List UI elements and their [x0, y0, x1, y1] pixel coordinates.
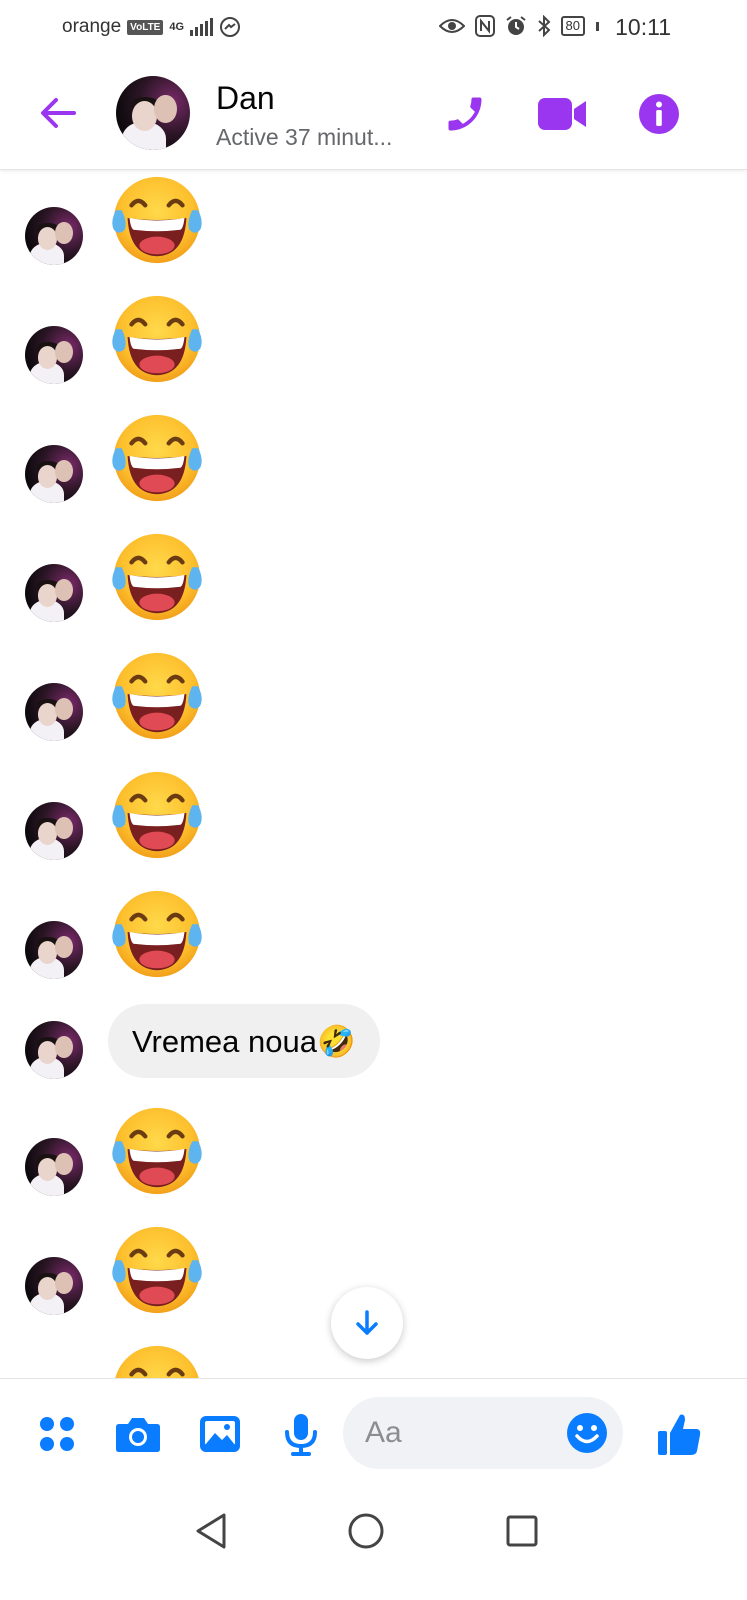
microphone-icon [285, 1414, 317, 1456]
more-actions-button[interactable] [32, 1409, 82, 1459]
sender-avatar[interactable] [25, 207, 83, 265]
laughing-emoji-icon[interactable] [108, 885, 206, 983]
phone-icon [448, 97, 482, 131]
sender-avatar[interactable] [25, 1021, 83, 1079]
voice-call-button[interactable] [441, 90, 489, 138]
bluetooth-icon [537, 15, 550, 37]
gallery-button[interactable] [195, 1409, 245, 1459]
voice-message-button[interactable] [276, 1409, 326, 1459]
conversation-info-button[interactable] [635, 90, 683, 138]
sender-avatar[interactable] [25, 683, 83, 741]
thumbs-up-icon [658, 1414, 701, 1455]
nav-recents-button[interactable] [497, 1506, 547, 1556]
signal-icon [190, 18, 214, 36]
status-right: 80 [438, 15, 599, 37]
laughing-emoji-icon[interactable] [108, 290, 206, 388]
nfc-icon [474, 15, 495, 37]
message-list[interactable]: Vremea noua🤣 [0, 171, 747, 1378]
emoji-picker-icon[interactable] [565, 1411, 609, 1455]
laughing-emoji-icon[interactable] [108, 528, 206, 626]
eye-icon [438, 19, 465, 33]
back-arrow-icon [41, 98, 76, 128]
clock: 10:11 [615, 14, 671, 40]
message-text: Vremea noua🤣 [132, 1023, 356, 1059]
battery-level: 80 [565, 18, 580, 33]
arrow-down-icon [356, 1310, 378, 1335]
nav-back-button[interactable] [185, 1506, 235, 1556]
messenger-notification-icon [220, 17, 241, 37]
sender-avatar[interactable] [25, 1257, 83, 1315]
info-icon [639, 94, 679, 134]
active-status: Active 37 minut... [216, 124, 393, 150]
camera-button[interactable] [113, 1409, 163, 1459]
volte-badge: VoLTE [127, 19, 164, 35]
sender-avatar[interactable] [25, 326, 83, 384]
triangle-back-icon [196, 1513, 226, 1549]
laughing-emoji-icon[interactable] [108, 409, 206, 507]
battery-icon: 80 [560, 16, 585, 36]
back-button[interactable] [36, 91, 80, 135]
laughing-emoji-icon[interactable] [108, 647, 206, 745]
message-input[interactable] [365, 1415, 555, 1451]
square-recents-icon [506, 1515, 538, 1547]
video-camera-icon [538, 98, 586, 130]
alarm-icon [505, 16, 526, 35]
like-button[interactable] [654, 1409, 704, 1459]
nav-home-button[interactable] [341, 1506, 391, 1556]
image-icon [200, 1416, 240, 1452]
sender-avatar[interactable] [25, 921, 83, 979]
laughing-emoji-icon[interactable] [108, 766, 206, 864]
laughing-emoji-icon[interactable] [108, 171, 206, 269]
camera-icon [116, 1418, 160, 1452]
four-dots-icon [40, 1417, 74, 1451]
system-navigation-bar [0, 1488, 747, 1600]
sender-avatar[interactable] [25, 802, 83, 860]
scroll-to-bottom-button[interactable] [331, 1287, 403, 1359]
sender-avatar[interactable] [25, 1138, 83, 1196]
network-type: 4G [169, 20, 185, 33]
message-composer [0, 1378, 747, 1488]
conversation-header: Dan Active 37 minut... [0, 56, 747, 170]
sender-avatar[interactable] [25, 564, 83, 622]
message-input-container[interactable] [343, 1397, 623, 1469]
status-left: orange VoLTE 4G [62, 16, 241, 38]
video-call-button[interactable] [536, 90, 588, 138]
message-bubble[interactable]: Vremea noua🤣 [108, 1004, 380, 1078]
laughing-emoji-icon[interactable] [108, 1102, 206, 1200]
circle-home-icon [348, 1513, 384, 1549]
contact-avatar[interactable] [116, 76, 190, 150]
carrier-name: orange [62, 16, 122, 37]
contact-name[interactable]: Dan [216, 80, 275, 117]
status-bar: orange VoLTE 4G 80 10:11 [0, 0, 747, 56]
laughing-emoji-icon[interactable] [108, 1221, 206, 1319]
sender-avatar[interactable] [25, 445, 83, 503]
laughing-emoji-icon[interactable] [108, 1340, 206, 1378]
